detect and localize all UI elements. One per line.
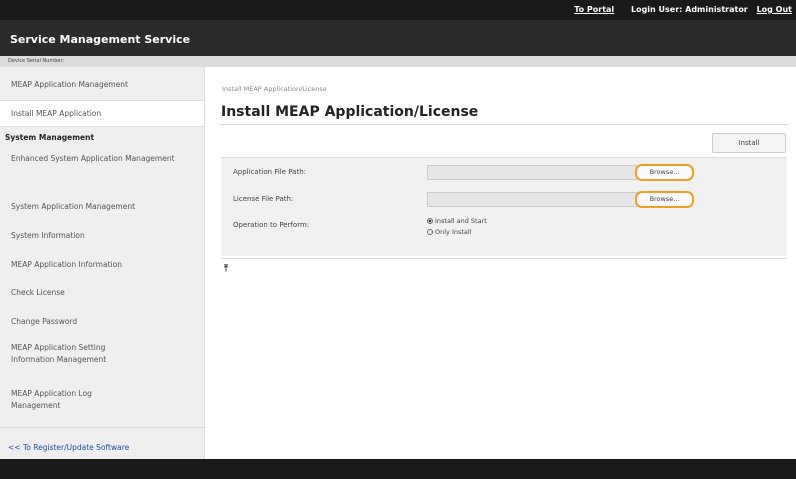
sidebar-item-enhanced-system-application-management[interactable]: Enhanced System Application Management <box>0 153 180 165</box>
serial-number-label: Device Serial Number: <box>8 58 65 64</box>
app-title: Service Management Service <box>10 33 191 46</box>
sidebar-divider <box>0 427 204 428</box>
bottom-bar <box>0 459 796 479</box>
sidebar-heading-system-management: System Management <box>5 133 95 142</box>
only-install-label: Only Install <box>435 228 472 236</box>
sidebar-item-system-information[interactable]: System Information <box>0 230 204 242</box>
sidebar-item-meap-application-information[interactable]: MEAP Application Information <box>0 259 204 271</box>
top-links: To Portal Login User: Administrator Log … <box>560 5 792 14</box>
arrow-to-top-icon[interactable]: ⤒ <box>224 264 228 274</box>
license-browse-button[interactable]: Browse... <box>635 191 694 208</box>
sidebar-item-meap-application-setting-information-management[interactable]: MEAP Application Setting Information Man… <box>0 342 150 366</box>
title-divider <box>220 124 788 125</box>
register-update-software-link[interactable]: << To Register/Update Software <box>0 442 204 454</box>
license-file-path-label: License File Path: <box>233 195 294 203</box>
license-file-path-input[interactable] <box>427 192 637 207</box>
sidebar-item-system-application-management[interactable]: System Application Management <box>0 201 204 213</box>
serial-bar: Device Serial Number: <box>0 56 796 67</box>
install-button[interactable]: Install <box>712 133 786 153</box>
sidebar-item-check-license[interactable]: Check License <box>0 287 204 299</box>
breadcrumb: Install MEAP Application/License <box>222 85 327 93</box>
application-file-path-label: Application File Path: <box>233 168 307 176</box>
section-divider <box>221 258 787 259</box>
radio-selected-icon <box>427 218 433 224</box>
sidebar-item-change-password[interactable]: Change Password <box>0 316 204 328</box>
application-browse-button[interactable]: Browse... <box>635 164 694 181</box>
install-and-start-label: Install and Start <box>435 217 487 225</box>
title-bar: Service Management Service <box>0 20 796 56</box>
sidebar: MEAP Application Management Install MEAP… <box>0 67 205 459</box>
install-and-start-radio[interactable]: Install and Start <box>427 217 487 225</box>
sidebar-item-meap-application-management[interactable]: MEAP Application Management <box>0 79 204 91</box>
sidebar-divider <box>0 126 204 127</box>
logout-link[interactable]: Log Out <box>757 5 792 14</box>
login-user-text: Login User: Administrator <box>630 5 748 14</box>
sidebar-item-meap-application-log-management[interactable]: MEAP Application Log Management <box>0 388 130 412</box>
to-portal-link[interactable]: To Portal <box>574 5 614 14</box>
top-bar: To Portal Login User: Administrator Log … <box>0 0 796 20</box>
radio-unselected-icon <box>427 229 433 235</box>
page-title: Install MEAP Application/License <box>221 104 479 120</box>
operation-to-perform-label: Operation to Perform: <box>233 221 310 229</box>
install-form: Application File Path: Browse... License… <box>221 157 787 256</box>
only-install-radio[interactable]: Only Install <box>427 228 472 236</box>
application-file-path-input[interactable] <box>427 165 637 180</box>
sidebar-item-install-meap-application[interactable]: Install MEAP Application <box>0 101 204 126</box>
